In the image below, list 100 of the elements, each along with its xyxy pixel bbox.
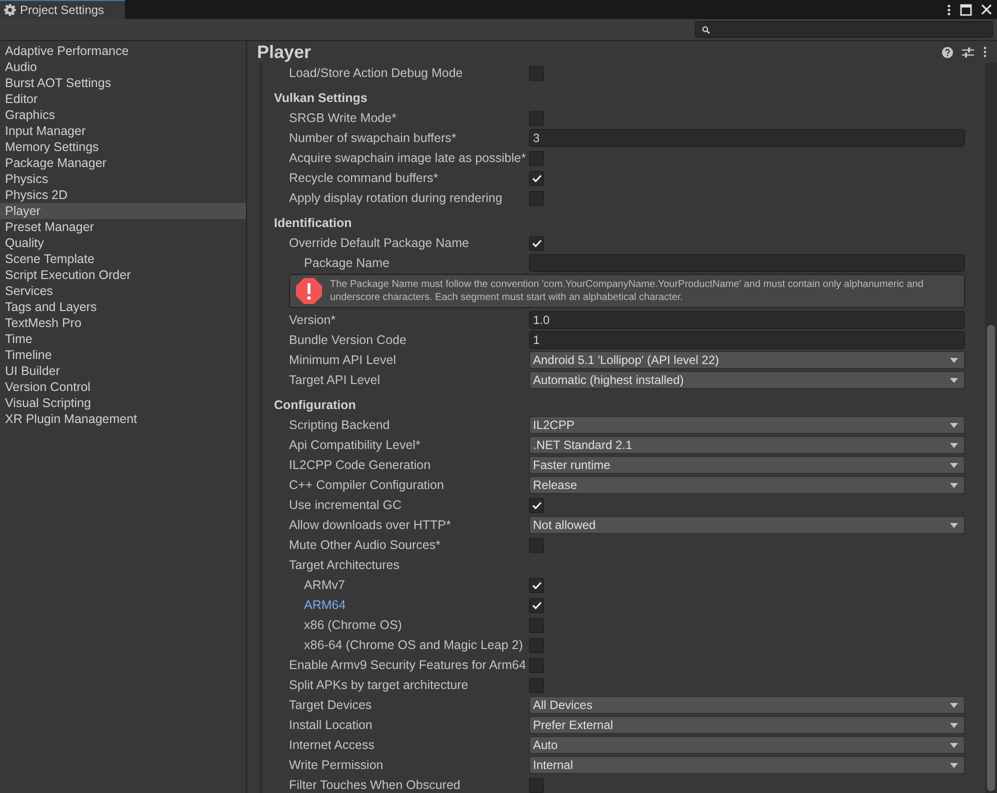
sidebar-item[interactable]: Time <box>0 331 246 347</box>
dropdown[interactable]: Android 5.1 'Lollipop' (API level 22) <box>529 351 965 369</box>
section-header: Identification <box>274 215 353 232</box>
sidebar-item[interactable]: Preset Manager <box>0 219 246 235</box>
sidebar-item[interactable]: Services <box>0 283 246 299</box>
field-label: ARMv7 <box>303 578 346 592</box>
caret-icon <box>950 522 958 528</box>
sidebar-item[interactable]: TextMesh Pro <box>0 315 246 331</box>
caret-icon <box>950 742 958 748</box>
caret-icon <box>950 762 958 768</box>
sidebar-item[interactable]: Package Manager <box>0 155 246 171</box>
field-label: Enable Armv9 Security Features for Arm64 <box>288 658 527 672</box>
dropdown[interactable]: IL2CPP <box>529 416 965 434</box>
sidebar-item[interactable]: Version Control <box>0 379 246 395</box>
sidebar-item[interactable]: Script Execution Order <box>0 267 246 283</box>
more-icon[interactable] <box>947 4 951 16</box>
field-label: Number of swapchain buffers* <box>288 131 458 145</box>
sidebar-item[interactable]: Editor <box>0 91 246 107</box>
field-label: Bundle Version Code <box>288 333 408 347</box>
field-label: Split APKs by target architecture <box>288 678 470 692</box>
sidebar-item[interactable]: Adaptive Performance <box>0 43 246 59</box>
field-label: Mute Other Audio Sources* <box>288 538 442 552</box>
field-label: Recycle command buffers* <box>288 171 440 185</box>
field-label: Load/Store Action Debug Mode <box>288 66 464 80</box>
field-label: Target Devices <box>288 698 373 712</box>
sidebar-item[interactable]: Timeline <box>0 347 246 363</box>
checkmark-icon <box>532 238 542 248</box>
gear-icon <box>4 4 16 16</box>
sidebar-item[interactable]: Burst AOT Settings <box>0 75 246 91</box>
text-field[interactable]: 1 <box>529 331 965 349</box>
field-label: x86-64 (Chrome OS and Magic Leap 2) <box>303 638 524 652</box>
sidebar-item[interactable]: XR Plugin Management <box>0 411 246 427</box>
dropdown[interactable]: Internal <box>529 756 965 774</box>
sidebar-item[interactable]: Scene Template <box>0 251 246 267</box>
sidebar-item[interactable]: Physics <box>0 171 246 187</box>
checkbox[interactable] <box>529 236 544 250</box>
sidebar-item[interactable]: UI Builder <box>0 363 246 379</box>
text-field[interactable]: 3 <box>529 129 965 147</box>
caret-icon <box>950 722 958 728</box>
field-label: Apply display rotation during rendering <box>288 191 504 205</box>
sidebar-item[interactable]: Graphics <box>0 107 246 123</box>
field-label: Target API Level <box>288 373 382 387</box>
section-header: Vulkan Settings <box>274 90 368 107</box>
sliders-icon[interactable] <box>962 46 974 58</box>
field-label: Write Permission <box>288 758 384 772</box>
sidebar-item[interactable]: Player <box>0 203 246 219</box>
sidebar-item[interactable]: Memory Settings <box>0 139 246 155</box>
field-label: Allow downloads over HTTP* <box>288 518 452 532</box>
dropdown[interactable]: Faster runtime <box>529 456 965 474</box>
more-icon[interactable] <box>983 46 987 58</box>
dropdown[interactable]: Not allowed <box>529 516 965 534</box>
checkbox[interactable] <box>529 578 544 592</box>
sidebar-item[interactable]: Input Manager <box>0 123 246 139</box>
checkmark-icon <box>532 500 542 510</box>
maximize-icon[interactable] <box>960 4 972 16</box>
caret-icon <box>950 462 958 468</box>
checkbox[interactable] <box>529 498 544 512</box>
sidebar-item[interactable]: Visual Scripting <box>0 395 246 411</box>
field-label: C++ Compiler Configuration <box>288 478 445 492</box>
dropdown[interactable]: .NET Standard 2.1 <box>529 436 965 454</box>
checkmark-icon <box>532 600 542 610</box>
panel-title: Player <box>257 42 312 62</box>
sidebar-item[interactable]: Audio <box>0 59 246 75</box>
text-field[interactable]: 1.0 <box>529 311 965 329</box>
sidebar-item[interactable]: Quality <box>0 235 246 251</box>
field-label: SRGB Write Mode* <box>288 111 398 125</box>
close-icon[interactable] <box>981 4 992 15</box>
error-text: The Package Name must follow the convention 'com.YourCompanyName.YourProductName' and must contain only alphanumeric and underscore characters. Each segment must start with an alphabetical character. <box>330 278 924 304</box>
dropdown[interactable]: Auto <box>529 736 965 754</box>
field-label: IL2CPP Code Generation <box>288 458 432 472</box>
dropdown[interactable]: Release <box>529 476 965 494</box>
dropdown[interactable]: Automatic (highest installed) <box>529 371 965 389</box>
field-label: ARM64 <box>303 598 347 612</box>
checkbox[interactable] <box>529 598 544 612</box>
field-label: Package Name <box>303 256 390 270</box>
dropdown[interactable]: All Devices <box>529 696 965 714</box>
caret-icon <box>950 422 958 428</box>
caret-icon <box>950 482 958 488</box>
field-label: Use incremental GC <box>288 498 403 512</box>
window-title: Project Settings <box>20 3 104 17</box>
help-icon[interactable] <box>942 46 953 58</box>
window-tab[interactable]: Project Settings <box>0 0 125 19</box>
caret-icon <box>950 702 958 708</box>
caret-icon <box>950 442 958 448</box>
dropdown[interactable]: Prefer External <box>529 716 965 734</box>
checkmark-icon <box>532 174 542 182</box>
field-label: Install Location <box>288 718 374 732</box>
field-label: Scripting Backend <box>288 418 391 432</box>
field-label: Api Compatibility Level* <box>288 438 422 452</box>
field-label: Minimum API Level <box>288 353 397 367</box>
caret-icon <box>950 378 958 382</box>
checkmark-icon <box>532 580 542 590</box>
search-icon <box>702 26 710 34</box>
sidebar-item[interactable]: Tags and Layers <box>0 299 246 315</box>
section-header: Configuration <box>274 397 357 414</box>
checkbox[interactable] <box>529 170 544 186</box>
error-icon <box>296 278 322 304</box>
field-label: Target Architectures <box>288 558 400 572</box>
field-label: Version* <box>288 313 337 327</box>
sidebar-item[interactable]: Physics 2D <box>0 187 246 203</box>
